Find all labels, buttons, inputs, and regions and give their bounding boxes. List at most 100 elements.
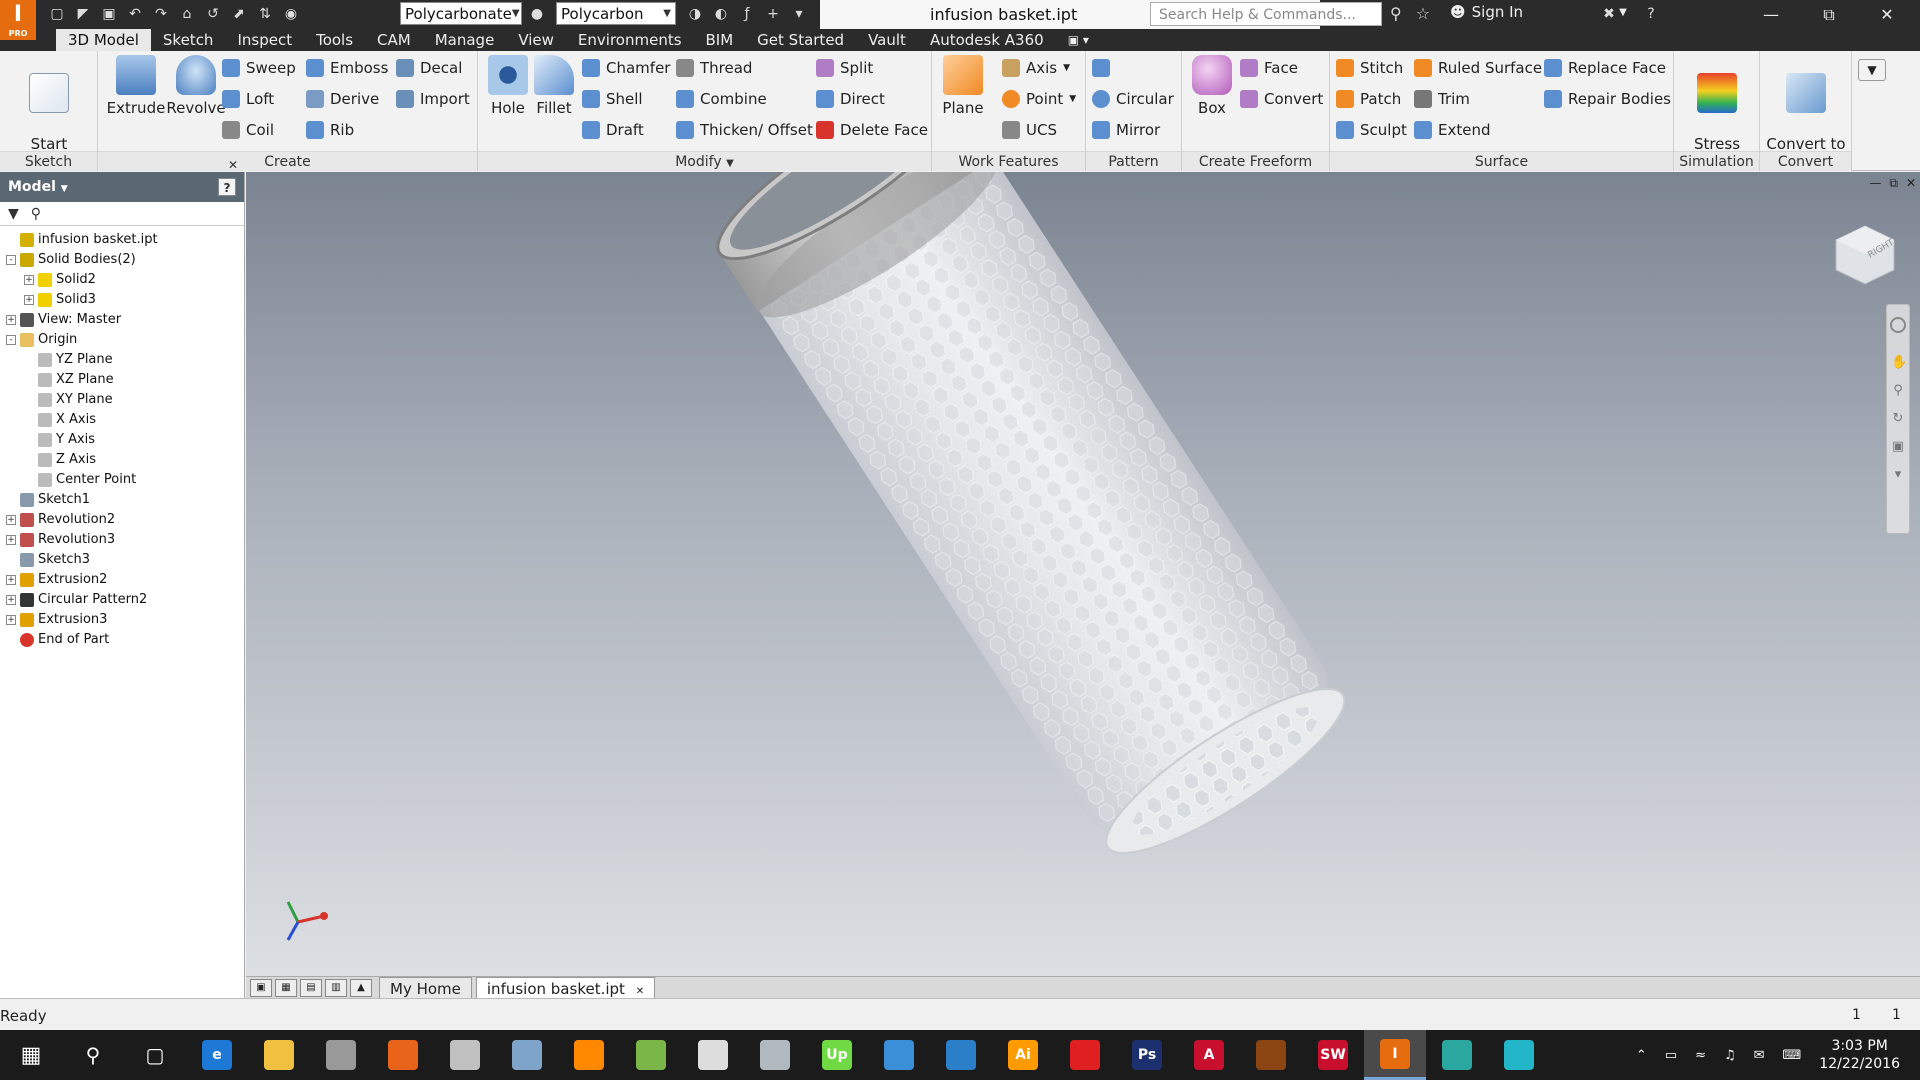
view-options-icon[interactable]: ▾: [1891, 467, 1905, 482]
taskbar-app-vlc[interactable]: [558, 1030, 620, 1080]
start-button[interactable]: ▦: [0, 1030, 62, 1080]
close-icon[interactable]: ✕: [228, 158, 238, 172]
zoom-icon[interactable]: ⚲: [1891, 383, 1905, 398]
delete-face-button[interactable]: Delete Face: [816, 118, 928, 142]
taskbar-app-firefox[interactable]: [372, 1030, 434, 1080]
sculpt-button[interactable]: Sculpt: [1336, 118, 1407, 142]
orbit-icon[interactable]: ↻: [1891, 411, 1905, 426]
tree-row[interactable]: + Extrusion3: [0, 610, 244, 630]
taskbar-app-upwork[interactable]: Up: [806, 1030, 868, 1080]
select-icon[interactable]: ⬈: [228, 3, 250, 25]
expand-icon[interactable]: +: [6, 535, 16, 545]
collapse-icon[interactable]: -: [6, 255, 16, 265]
tab-sketch[interactable]: Sketch: [151, 29, 226, 51]
rib-button[interactable]: Rib: [306, 118, 354, 142]
tab-view[interactable]: View: [506, 29, 566, 51]
action-center-icon[interactable]: ✉: [1754, 1048, 1765, 1063]
expand-icon[interactable]: +: [6, 515, 16, 525]
tree-row[interactable]: End of Part: [0, 630, 244, 650]
tree-row[interactable]: - Origin: [0, 330, 244, 350]
filter-icon[interactable]: ▼: [8, 206, 19, 222]
coil-button[interactable]: Coil: [222, 118, 274, 142]
convert-freeform-button[interactable]: Convert: [1240, 87, 1323, 111]
tab-menu-icon[interactable]: ▲: [350, 978, 372, 997]
restore-icon[interactable]: ⧉: [1800, 0, 1858, 29]
expand-icon[interactable]: +: [6, 315, 16, 325]
tree-row[interactable]: Y Axis: [0, 430, 244, 450]
update-icon[interactable]: ↺: [202, 3, 224, 25]
tab-manage[interactable]: Manage: [423, 29, 507, 51]
steering-wheel-icon[interactable]: [1890, 317, 1906, 333]
browser-header[interactable]: Model ▼ ?: [0, 172, 244, 202]
split-button[interactable]: Split: [816, 56, 873, 80]
tree-row[interactable]: Sketch3: [0, 550, 244, 570]
tree-row[interactable]: Center Point: [0, 470, 244, 490]
decal-button[interactable]: Decal: [396, 56, 462, 80]
expand-icon[interactable]: +: [24, 275, 34, 285]
tree-row[interactable]: infusion basket.ipt: [0, 230, 244, 250]
taskbar-app-printer[interactable]: [310, 1030, 372, 1080]
close-icon[interactable]: ✕: [636, 986, 644, 997]
exchange-apps-icon[interactable]: ✖: [1598, 3, 1620, 25]
battery-icon[interactable]: ▭: [1665, 1048, 1677, 1063]
tab-autodesk-a360[interactable]: Autodesk A360: [918, 29, 1056, 51]
tree-row[interactable]: XY Plane: [0, 390, 244, 410]
minimize-icon[interactable]: —: [1742, 0, 1800, 29]
box-button[interactable]: Box: [1186, 55, 1238, 117]
measure-icon[interactable]: ⇅: [254, 3, 276, 25]
draft-button[interactable]: Draft: [582, 118, 644, 142]
tree-row[interactable]: X Axis: [0, 410, 244, 430]
task-view-button[interactable]: ▢: [124, 1030, 186, 1080]
panel-label-modify[interactable]: Modify ▼: [478, 151, 931, 171]
tree-row[interactable]: + Extrusion2: [0, 570, 244, 590]
emboss-button[interactable]: Emboss: [306, 56, 388, 80]
help-icon[interactable]: ?: [1640, 3, 1662, 25]
taskbar-app-autocad[interactable]: A: [1178, 1030, 1240, 1080]
taskbar-app-calculator[interactable]: [682, 1030, 744, 1080]
direct-button[interactable]: Direct: [816, 87, 885, 111]
appearance-select[interactable]: Polycarbon ▼: [556, 2, 676, 25]
ribbon-more-button[interactable]: ▼: [1858, 59, 1886, 81]
sweep-button[interactable]: Sweep: [222, 56, 296, 80]
tab-vault[interactable]: Vault: [856, 29, 918, 51]
save-icon[interactable]: ▣: [98, 3, 120, 25]
appearance-sphere-icon[interactable]: ●: [526, 3, 548, 25]
search-button[interactable]: ⚲: [62, 1030, 124, 1080]
taskbar-app-app-blue-ring[interactable]: [868, 1030, 930, 1080]
trim-button[interactable]: Trim: [1414, 87, 1470, 111]
ruled-surface-button[interactable]: Ruled Surface: [1414, 56, 1542, 80]
chamfer-button[interactable]: Chamfer: [582, 56, 670, 80]
horizontal-windows-icon[interactable]: ▤: [300, 978, 322, 997]
wifi-icon[interactable]: ≈: [1695, 1048, 1706, 1063]
mirror-button[interactable]: Mirror: [1092, 118, 1160, 142]
tree-row[interactable]: XZ Plane: [0, 370, 244, 390]
inventor-app-button[interactable]: I PRO: [0, 0, 36, 40]
close-icon[interactable]: ✕: [1858, 0, 1916, 29]
thicken-offset-button[interactable]: Thicken/ Offset: [676, 118, 813, 142]
color-wheel-icon[interactable]: ◉: [280, 3, 302, 25]
close-icon[interactable]: ✕: [1906, 176, 1916, 191]
taskbar-app-app-maya[interactable]: [1488, 1030, 1550, 1080]
taskbar-app-app-3d[interactable]: [1240, 1030, 1302, 1080]
adjust-appearance-icon[interactable]: ◑: [684, 3, 706, 25]
point-button[interactable]: Point ▼: [1002, 87, 1076, 111]
repair-bodies-button[interactable]: Repair Bodies: [1544, 87, 1671, 111]
find-binoculars-icon[interactable]: ⚲: [31, 206, 41, 222]
taskbar-app-acrobat[interactable]: [1054, 1030, 1116, 1080]
import-button[interactable]: Import: [396, 87, 470, 111]
expand-icon[interactable]: +: [6, 575, 16, 585]
tree-row[interactable]: Sketch1: [0, 490, 244, 510]
face-button[interactable]: Face: [1240, 56, 1298, 80]
keyboard-icon[interactable]: ⌨: [1783, 1048, 1802, 1063]
taskbar-app-app-satellite[interactable]: [434, 1030, 496, 1080]
hole-button[interactable]: Hole: [482, 55, 534, 117]
tree-row[interactable]: + Revolution2: [0, 510, 244, 530]
taskbar-app-solidworks[interactable]: SW: [1302, 1030, 1364, 1080]
qat-customize-icon[interactable]: ▾: [788, 3, 810, 25]
taskbar-app-edge[interactable]: e: [186, 1030, 248, 1080]
ribbon-options-icon[interactable]: ▣ ▾: [1056, 29, 1101, 51]
stitch-button[interactable]: Stitch: [1336, 56, 1403, 80]
taskbar-app-file-explorer[interactable]: [248, 1030, 310, 1080]
tile-windows-icon[interactable]: ▣: [250, 978, 272, 997]
vertical-windows-icon[interactable]: ▥: [325, 978, 347, 997]
